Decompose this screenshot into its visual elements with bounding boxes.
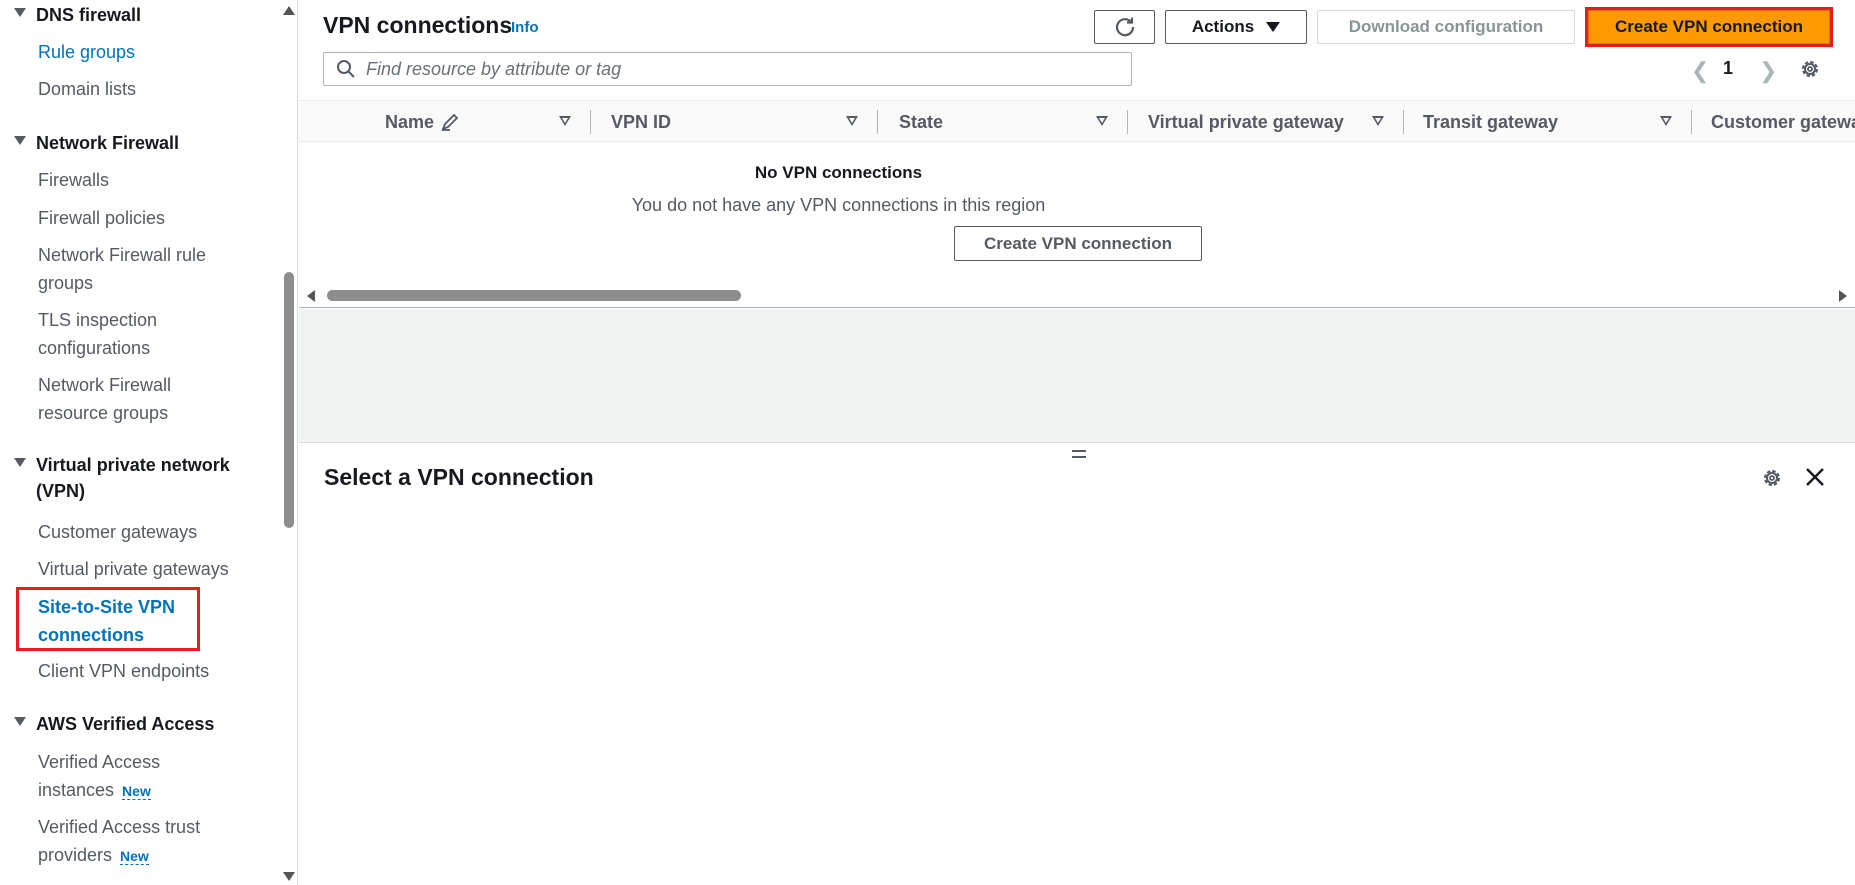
main-content: VPN connections Info Actions Download co…	[299, 0, 1855, 885]
scroll-up-icon[interactable]	[283, 6, 295, 15]
sidebar-item-site-to-site-vpn[interactable]: Site-to-Site VPN connections	[38, 593, 198, 649]
sidebar-item-rule-groups[interactable]: Rule groups	[38, 38, 248, 66]
gear-icon[interactable]	[1799, 58, 1821, 80]
actions-label: Actions	[1191, 17, 1255, 36]
scroll-left-icon[interactable]	[307, 290, 315, 302]
empty-state-message: You do not have any VPN connections in t…	[631, 195, 1046, 215]
sidebar-item-network-firewall-resource-groups[interactable]: Network Firewall resource groups	[38, 371, 198, 427]
gear-icon[interactable]	[1761, 467, 1783, 489]
sidebar-item-virtual-private-gateways[interactable]: Virtual private gateways	[38, 555, 278, 583]
sidebar: DNS firewall Rule groups Domain lists Ne…	[0, 0, 298, 885]
sidebar-item-customer-gateways[interactable]: Customer gateways	[38, 518, 248, 546]
column-header-transit-gateway[interactable]: Transit gateway	[1423, 101, 1558, 143]
close-icon[interactable]	[1805, 467, 1825, 487]
empty-create-vpn-connection-button[interactable]: Create VPN connection	[954, 226, 1202, 261]
sort-icon[interactable]	[1660, 116, 1672, 126]
column-header-name[interactable]: Name	[385, 101, 460, 143]
horizontal-scrollbar-thumb[interactable]	[327, 290, 741, 301]
empty-state-title: No VPN connections	[754, 163, 923, 182]
resize-handle[interactable]	[1072, 450, 1086, 462]
sidebar-item-domain-lists[interactable]: Domain lists	[38, 75, 248, 103]
sidebar-item-firewall-policies[interactable]: Firewall policies	[38, 204, 248, 232]
sidebar-item-firewalls[interactable]: Firewalls	[38, 166, 248, 194]
sort-icon[interactable]	[846, 116, 858, 126]
sidebar-section-label: AWS Verified Access	[36, 714, 215, 734]
caret-down-icon	[14, 458, 26, 467]
sidebar-item-client-vpn-endpoints[interactable]: Client VPN endpoints	[38, 657, 248, 685]
column-divider[interactable]	[590, 110, 591, 134]
search-input[interactable]: Find resource by attribute or tag	[323, 52, 1132, 86]
search-icon	[337, 60, 355, 78]
column-label: Name	[385, 111, 435, 132]
sidebar-item-network-firewall-rule-groups[interactable]: Network Firewall rule groups	[38, 241, 228, 297]
create-vpn-connection-button[interactable]: Create VPN connection	[1588, 10, 1830, 44]
detail-panel-title: Select a VPN connection	[324, 464, 594, 490]
sidebar-section-vpn[interactable]: Virtual private network (VPN)	[14, 452, 244, 504]
page-number[interactable]: 1	[1723, 58, 1733, 79]
column-header-state[interactable]: State	[899, 101, 943, 143]
refresh-button[interactable]	[1094, 10, 1155, 44]
empty-area	[299, 309, 1855, 443]
sort-icon[interactable]	[1096, 116, 1108, 126]
sidebar-section-label: Virtual private network (VPN)	[36, 455, 230, 501]
sidebar-item-verified-access-trust-providers[interactable]: Verified Access trust providers New	[38, 813, 218, 870]
search-placeholder: Find resource by attribute or tag	[366, 58, 622, 79]
sidebar-item-verified-access-instances[interactable]: Verified Access instances New	[38, 748, 188, 805]
sidebar-section-label: DNS firewall	[36, 5, 142, 25]
column-divider[interactable]	[1691, 110, 1692, 134]
sort-icon[interactable]	[559, 116, 571, 126]
actions-button[interactable]: Actions	[1165, 10, 1307, 44]
new-badge: New	[120, 848, 149, 865]
table-header: Name VPN ID State Virtual private gatewa…	[299, 100, 1855, 142]
next-page-icon[interactable]: ❯	[1759, 58, 1777, 84]
column-divider[interactable]	[1403, 110, 1404, 134]
sidebar-section-dns-firewall[interactable]: DNS firewall	[14, 2, 141, 28]
column-divider[interactable]	[877, 110, 878, 134]
column-header-customer-gateway[interactable]: Customer gateway	[1711, 101, 1855, 143]
sidebar-scrollbar-thumb[interactable]	[284, 272, 294, 528]
sort-icon[interactable]	[1372, 116, 1384, 126]
highlight-box: Create VPN connection	[1585, 7, 1833, 47]
column-header-virtual-private-gateway[interactable]: Virtual private gateway	[1148, 101, 1344, 143]
sidebar-section-label: Network Firewall	[36, 133, 180, 153]
scroll-down-icon[interactable]	[283, 872, 295, 881]
previous-page-icon[interactable]: ❮	[1691, 58, 1709, 84]
sidebar-item-tls-inspection[interactable]: TLS inspection configurations	[38, 306, 178, 362]
scroll-right-icon[interactable]	[1839, 290, 1847, 302]
info-link[interactable]: Info	[511, 19, 539, 36]
caret-down-icon	[14, 717, 26, 726]
download-configuration-button[interactable]: Download configuration	[1317, 10, 1575, 44]
caret-down-icon	[1266, 22, 1281, 32]
caret-down-icon	[14, 8, 26, 17]
column-divider[interactable]	[1127, 110, 1128, 134]
caret-down-icon	[14, 136, 26, 145]
sidebar-section-verified-access[interactable]: AWS Verified Access	[14, 711, 214, 737]
refresh-icon	[1115, 17, 1134, 37]
edit-icon	[441, 113, 459, 131]
new-badge: New	[122, 783, 151, 800]
page-title: VPN connections	[323, 12, 513, 38]
column-header-vpn-id[interactable]: VPN ID	[611, 101, 671, 143]
sidebar-section-network-firewall[interactable]: Network Firewall	[14, 130, 179, 156]
vpn-table-panel: VPN connections Info Actions Download co…	[299, 0, 1855, 308]
